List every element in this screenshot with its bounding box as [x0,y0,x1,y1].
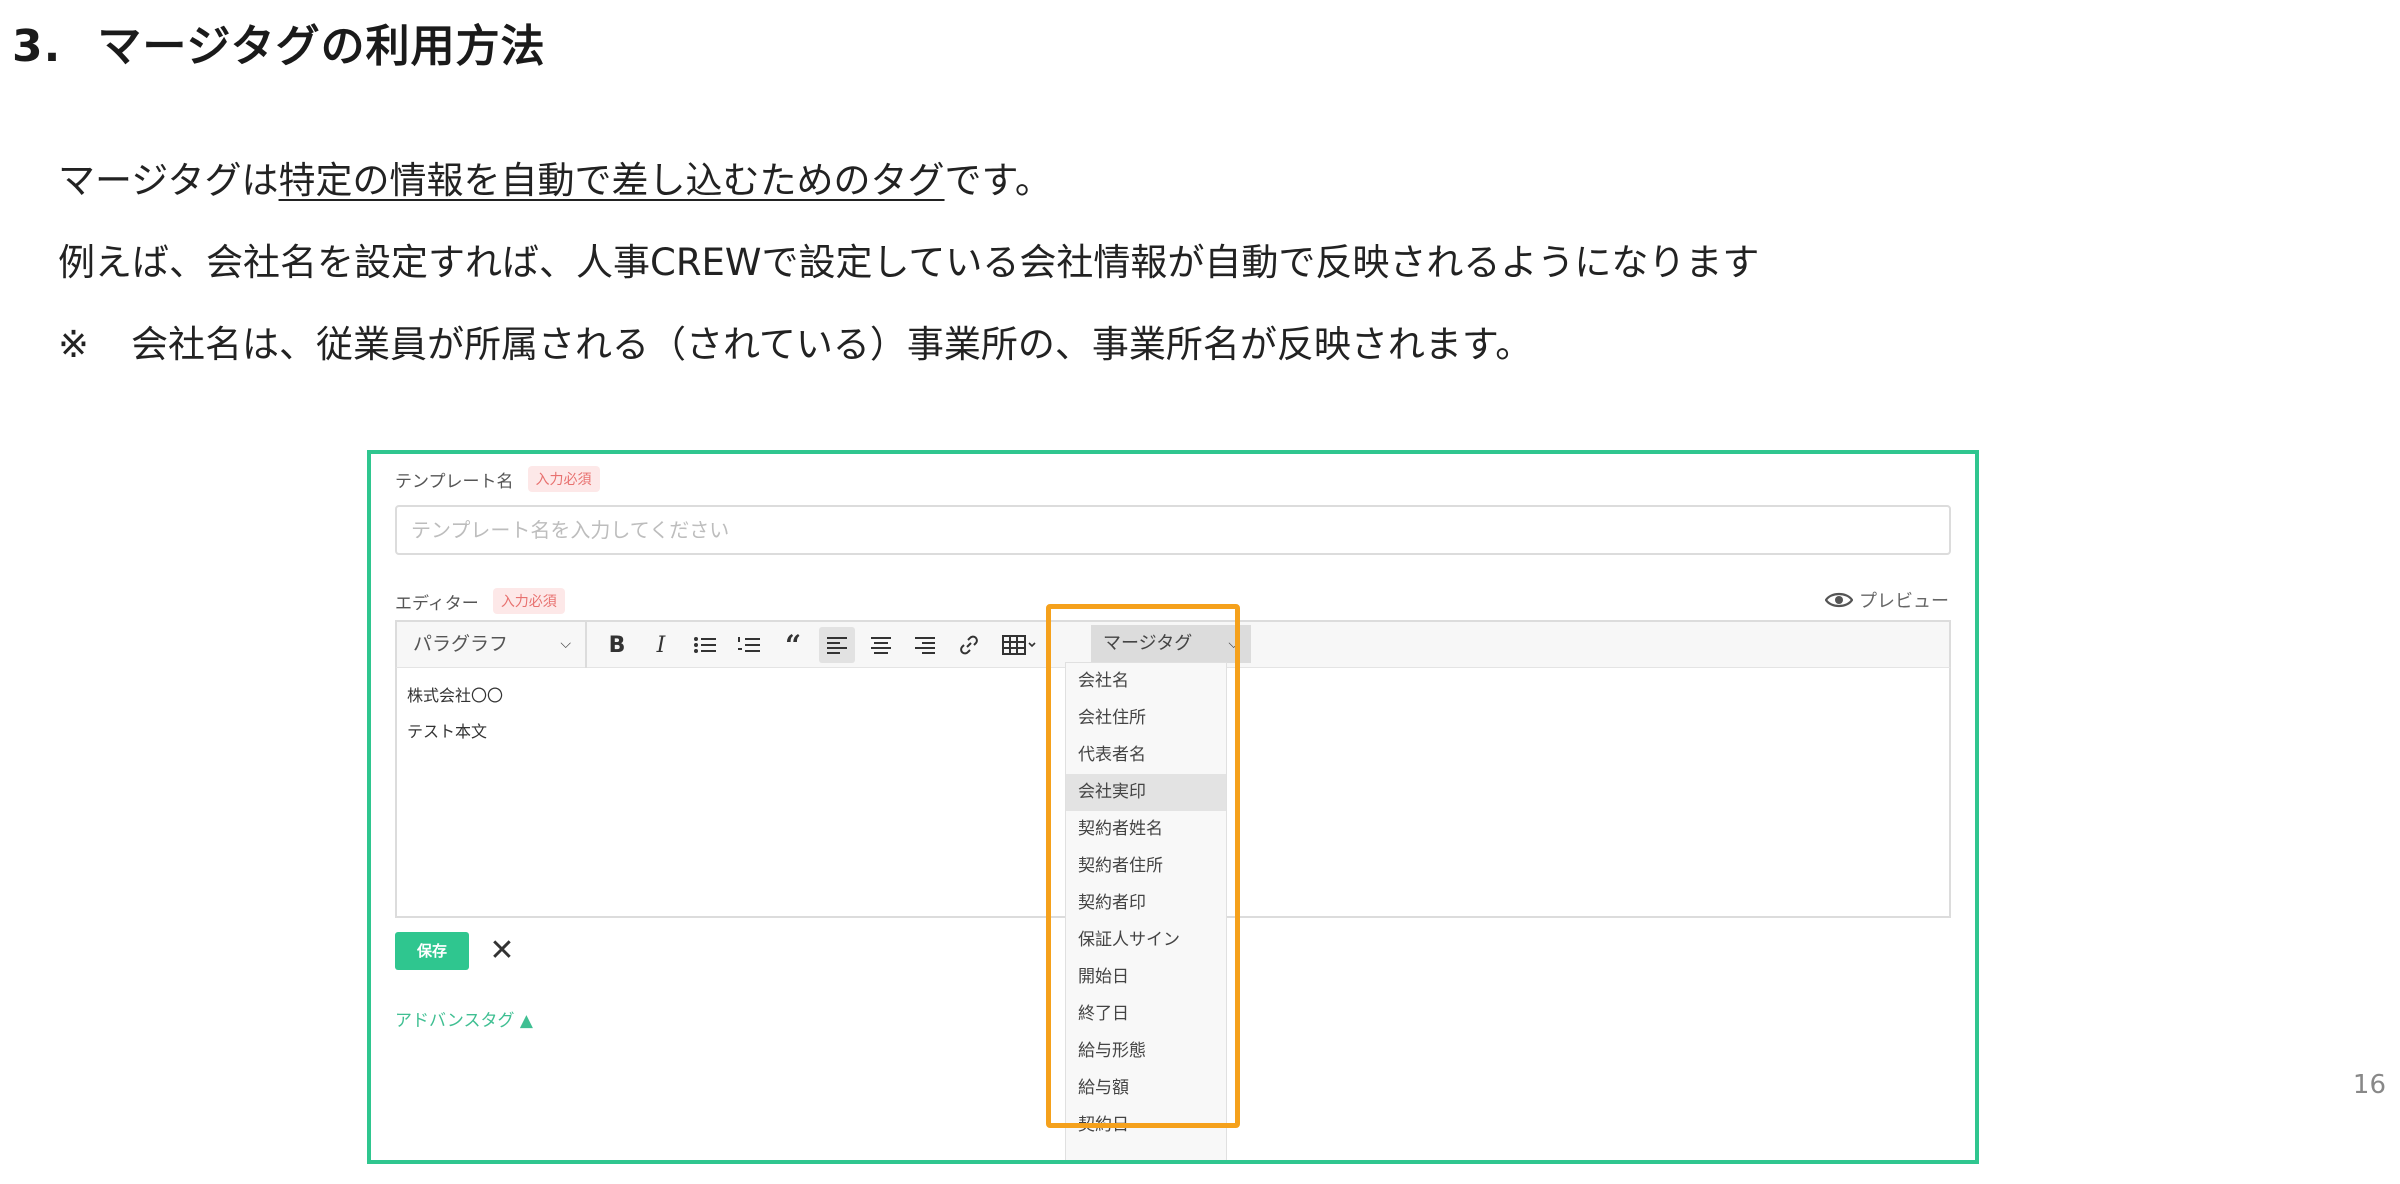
eye-icon [1825,592,1853,608]
advanced-tag-toggle[interactable]: アドバンスタグ ▲ [395,1006,533,1031]
align-right-icon[interactable] [907,627,943,663]
bullet-list-icon[interactable] [687,627,723,663]
note-text: 会社名は、従業員が所属される（されている）事業所の、事業所名が反映されます。 [131,323,1533,366]
slide-title: 3. マージタグの利用方法 [12,10,546,74]
template-name-input[interactable]: テンプレート名を入力してください [395,505,1951,555]
table-icon[interactable] [995,627,1045,663]
save-button[interactable]: 保存 [395,932,469,970]
intro-underlined: 特定の情報を自動で差し込むためのタグ [278,159,945,202]
bold-icon[interactable]: B [599,627,635,663]
preview-label: プレビュー [1859,591,1949,612]
close-icon[interactable]: ✕ [485,932,519,970]
editor-label-row: エディター 入力必須 [395,588,565,614]
highlight-box [1046,604,1240,1128]
align-center-icon[interactable] [863,627,899,663]
note-mark: ※ [58,323,90,366]
blockquote-icon[interactable]: “ [775,627,811,663]
link-icon[interactable] [951,627,987,663]
required-badge: 入力必須 [492,588,565,614]
editor-label: エディター [395,593,479,614]
section-number: 3. [12,21,62,72]
section-title: マージタグの利用方法 [97,21,546,72]
paragraph-select[interactable]: パラグラフ ⌵ [397,622,587,668]
preview-button[interactable]: プレビュー [1825,587,1949,613]
chevron-down-icon: ⌵ [560,636,571,652]
template-editor-screenshot: テンプレート名 入力必須 テンプレート名を入力してください エディター 入力必須… [367,450,1979,1164]
intro-suffix: です。 [944,159,1052,202]
italic-icon[interactable]: I [643,627,679,663]
required-badge: 入力必須 [527,466,600,492]
intro-line-1: マージタグは特定の情報を自動で差し込むためのタグです。 [58,150,1052,204]
page-number: 16 [2352,1070,2386,1100]
intro-line-2: 例えば、会社名を設定すれば、人事CREWで設定している会社情報が自動で反映される… [58,241,1760,284]
template-name-label: テンプレート名 [395,471,514,492]
intro-prefix: マージタグは [58,159,279,202]
editor-line: テスト本文 [407,722,488,741]
paragraph-select-value: パラグラフ [413,633,509,655]
intro-note: ※ 会社名は、従業員が所属される（されている）事業所の、事業所名が反映されます。 [58,314,1532,368]
align-left-icon[interactable] [819,627,855,663]
template-name-label-row: テンプレート名 入力必須 [395,466,600,492]
numbered-list-icon[interactable] [731,627,767,663]
editor-line: 株式会社〇〇 [407,686,504,705]
